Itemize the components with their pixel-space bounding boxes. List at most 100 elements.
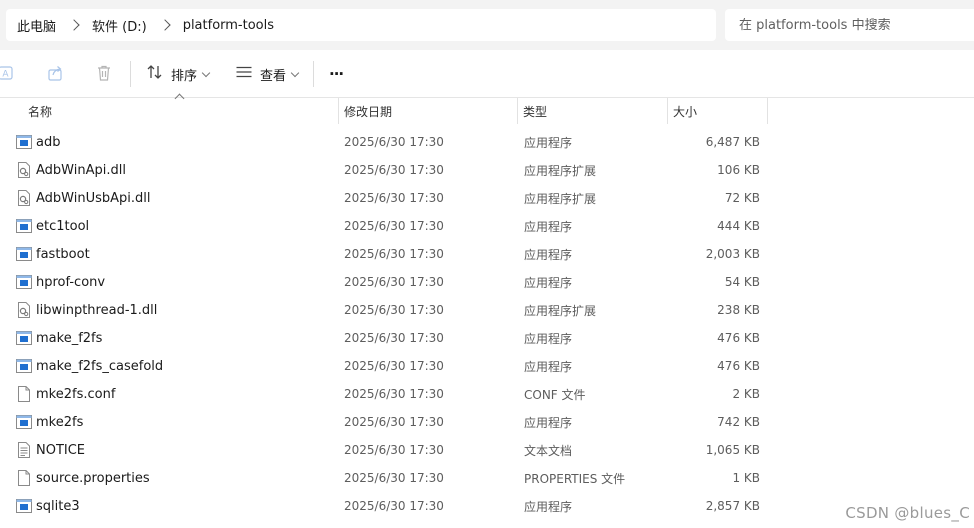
file-name: mke2fs <box>36 414 84 430</box>
sort-button[interactable]: 排序 <box>146 62 211 86</box>
dll-icon <box>16 302 32 318</box>
chevron-down-icon <box>290 68 300 77</box>
file-name-cell[interactable]: adb <box>16 128 60 156</box>
file-name-cell[interactable]: mke2fs <box>16 408 83 436</box>
chevron-right-icon[interactable] <box>159 19 171 31</box>
file-name-cell[interactable]: AdbWinApi.dll <box>16 156 126 184</box>
view-button[interactable]: 查看 <box>235 62 300 86</box>
file-name-cell[interactable]: fastboot <box>16 240 90 268</box>
file-size: 6,487 KB <box>705 135 760 149</box>
file-row[interactable]: fastboot 2025/6/30 17:30 应用程序 2,003 KB <box>0 240 974 268</box>
file-row[interactable]: NOTICE 2025/6/30 17:30 文本文档 1,065 KB <box>0 436 974 464</box>
exe-icon <box>16 414 32 430</box>
file-date: 2025/6/30 17:30 <box>344 247 444 261</box>
file-row[interactable]: make_f2fs 2025/6/30 17:30 应用程序 476 KB <box>0 324 974 352</box>
view-label: 查看 <box>260 68 287 84</box>
file-name: AdbWinApi.dll <box>36 162 126 178</box>
file-row[interactable]: AdbWinUsbApi.dll 2025/6/30 17:30 应用程序扩展 72 … <box>0 184 974 212</box>
file-name: make_f2fs_casefold <box>36 358 164 374</box>
breadcrumb[interactable]: 此电脑 软件 (D:) platform-tools <box>6 9 716 41</box>
file-row[interactable]: sqlite3 2025/6/30 17:30 应用程序 2,857 KB <box>0 492 974 520</box>
rename-icon[interactable]: A <box>0 64 16 82</box>
file-name-cell[interactable]: mke2fs.conf <box>16 380 115 408</box>
file-date: 2025/6/30 17:30 <box>344 303 444 317</box>
column-header-size[interactable]: 大小 <box>667 98 767 124</box>
svg-text:A: A <box>2 70 9 80</box>
exe-icon <box>16 498 32 514</box>
exe-icon <box>16 330 32 346</box>
share-icon[interactable] <box>47 64 65 82</box>
delete-icon[interactable] <box>95 64 113 82</box>
file-type: 应用程序 <box>524 359 573 374</box>
file-name: NOTICE <box>36 442 86 458</box>
file-type: PROPERTIES 文件 <box>524 471 626 486</box>
column-header-date[interactable]: 修改日期 <box>338 98 517 124</box>
search-input[interactable] <box>739 17 969 33</box>
column-divider[interactable] <box>767 98 768 124</box>
toolbar-divider <box>313 61 314 87</box>
file-row[interactable]: mke2fs.conf 2025/6/30 17:30 CONF 文件 2 KB <box>0 380 974 408</box>
file-row[interactable]: hprof-conv 2025/6/30 17:30 应用程序 54 KB <box>0 268 974 296</box>
file-size: 476 KB <box>717 359 760 373</box>
file-row[interactable]: libwinpthread-1.dll 2025/6/30 17:30 应用程序扩展… <box>0 296 974 324</box>
file-name-cell[interactable]: hprof-conv <box>16 268 105 296</box>
file-date: 2025/6/30 17:30 <box>344 387 444 401</box>
file-date: 2025/6/30 17:30 <box>344 219 444 233</box>
dll-icon <box>16 162 32 178</box>
file-name-cell[interactable]: NOTICE <box>16 436 85 464</box>
file-type: 应用程序扩展 <box>524 191 597 206</box>
file-name: source.properties <box>36 470 150 486</box>
file-size: 238 KB <box>717 303 760 317</box>
file-name: AdbWinUsbApi.dll <box>36 190 151 206</box>
file-date: 2025/6/30 17:30 <box>344 443 444 457</box>
file-name: adb <box>36 134 61 150</box>
breadcrumb-item-platform-tools[interactable]: platform-tools <box>183 18 274 33</box>
breadcrumb-item-this-pc[interactable]: 此电脑 <box>17 16 56 35</box>
file-icon <box>16 386 32 402</box>
file-type: 应用程序 <box>524 135 573 150</box>
file-row[interactable]: etc1tool 2025/6/30 17:30 应用程序 444 KB <box>0 212 974 240</box>
search-box[interactable] <box>725 9 974 41</box>
file-name-cell[interactable]: make_f2fs_casefold <box>16 352 163 380</box>
sort-icon <box>146 63 164 85</box>
file-name: make_f2fs <box>36 330 103 346</box>
chevron-right-icon[interactable] <box>68 19 80 31</box>
more-options-button[interactable]: ··· <box>329 62 344 86</box>
command-toolbar: A 排序 查看 ··· <box>0 50 974 98</box>
file-size: 72 KB <box>724 191 760 205</box>
file-type: 应用程序 <box>524 275 573 290</box>
file-icon <box>16 470 32 486</box>
text-icon <box>16 442 32 458</box>
file-row[interactable]: make_f2fs_casefold 2025/6/30 17:30 应用程序 476… <box>0 352 974 380</box>
file-date: 2025/6/30 17:30 <box>344 163 444 177</box>
file-name: hprof-conv <box>36 274 106 290</box>
toolbar-divider <box>130 61 131 87</box>
file-date: 2025/6/30 17:30 <box>344 359 444 373</box>
file-name-cell[interactable]: sqlite3 <box>16 492 80 520</box>
file-row[interactable]: AdbWinApi.dll 2025/6/30 17:30 应用程序扩展 106 KB <box>0 156 974 184</box>
file-name: mke2fs.conf <box>36 386 116 402</box>
exe-icon <box>16 274 32 290</box>
file-type: 应用程序 <box>524 499 573 514</box>
file-type: 文本文档 <box>524 443 573 458</box>
breadcrumb-item-drive-d[interactable]: 软件 (D:) <box>92 16 147 35</box>
file-name-cell[interactable]: etc1tool <box>16 212 89 240</box>
file-name-cell[interactable]: make_f2fs <box>16 324 102 352</box>
column-header-type[interactable]: 类型 <box>517 98 667 124</box>
file-row[interactable]: adb 2025/6/30 17:30 应用程序 6,487 KB <box>0 128 974 156</box>
file-name-cell[interactable]: AdbWinUsbApi.dll <box>16 184 151 212</box>
column-header-name[interactable]: 名称 <box>22 98 338 124</box>
watermark: CSDN @blues_C <box>845 504 970 522</box>
sort-label: 排序 <box>171 68 198 84</box>
file-row[interactable]: mke2fs 2025/6/30 17:30 应用程序 742 KB <box>0 408 974 436</box>
file-type: 应用程序扩展 <box>524 303 597 318</box>
file-list: adb 2025/6/30 17:30 应用程序 6,487 KB AdbWinApi.… <box>0 128 974 520</box>
file-date: 2025/6/30 17:30 <box>344 135 444 149</box>
file-name-cell[interactable]: source.properties <box>16 464 150 492</box>
file-type: CONF 文件 <box>524 387 586 402</box>
dll-icon <box>16 190 32 206</box>
file-name-cell[interactable]: libwinpthread-1.dll <box>16 296 157 324</box>
file-name: fastboot <box>36 246 90 262</box>
file-name: libwinpthread-1.dll <box>36 302 158 318</box>
file-row[interactable]: source.properties 2025/6/30 17:30 PROPERTI… <box>0 464 974 492</box>
